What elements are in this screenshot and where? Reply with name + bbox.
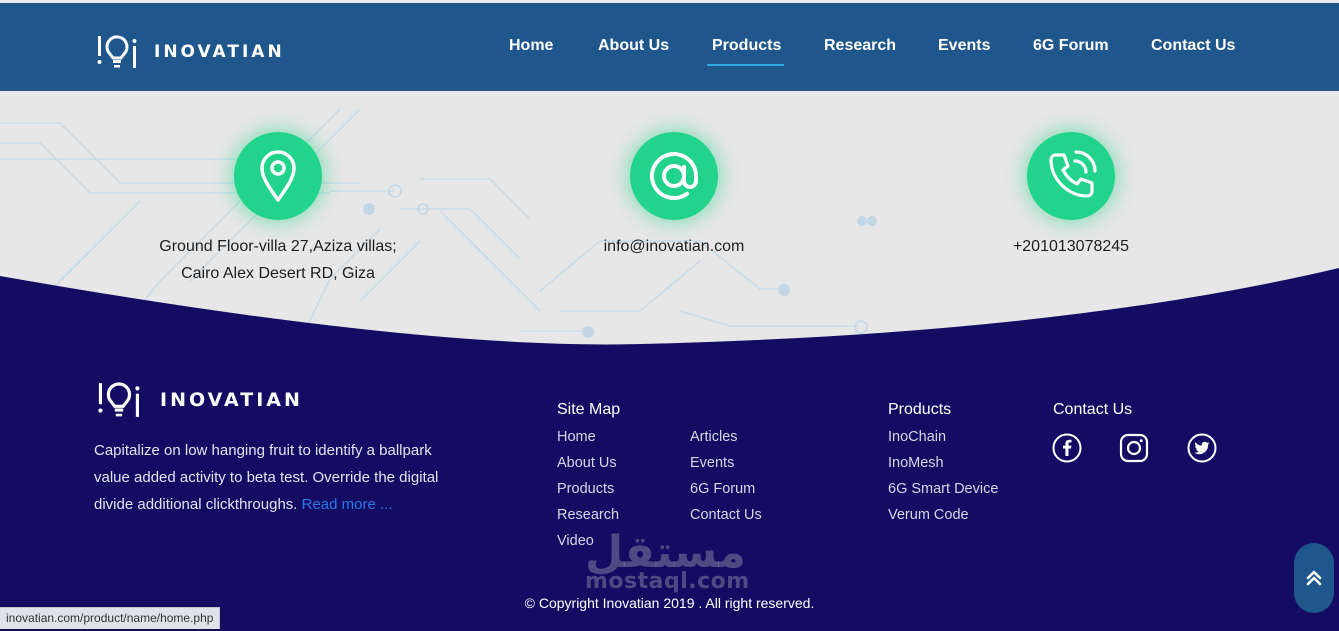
sitemap-link-products[interactable]: Products: [557, 481, 614, 497]
nav-active-underline: [707, 64, 784, 66]
mostaql-watermark: مستقل mostaql.com: [585, 531, 750, 595]
nav-events[interactable]: Events: [938, 37, 990, 55]
footer-logo-text: INOVATIAN: [160, 389, 303, 411]
twitter-icon[interactable]: [1187, 433, 1217, 463]
watermark-latin: mostaql.com: [585, 569, 750, 594]
footer-logo[interactable]: INOVATIAN: [96, 381, 303, 419]
contact-band: Ground Floor-villa 27,Aziza villas; Cair…: [0, 91, 1339, 351]
phone-icon: [1027, 132, 1115, 220]
products-title: Products: [888, 401, 952, 418]
main-nav: Home About Us Products Research Events 6…: [0, 3, 1339, 91]
sitemap-link-articles[interactable]: Articles: [690, 429, 738, 445]
double-chevron-up-icon: [1306, 570, 1322, 586]
logo-bulb-icon: [98, 382, 140, 417]
read-more-link[interactable]: Read more ...: [302, 496, 393, 513]
product-link-inochain[interactable]: InoChain: [888, 429, 946, 445]
sitemap-link-events[interactable]: Events: [690, 455, 734, 471]
site-footer: INOVATIAN Capitalize on low hanging frui…: [0, 351, 1339, 631]
nav-research[interactable]: Research: [824, 37, 896, 55]
at-sign-icon: [630, 132, 718, 220]
sitemap-link-about-us[interactable]: About Us: [557, 455, 617, 471]
sitemap-link-research[interactable]: Research: [557, 507, 619, 523]
email-text[interactable]: info@inovatian.com: [574, 233, 774, 260]
phone-text[interactable]: +201013078245: [971, 233, 1171, 260]
sitemap-title: Site Map: [557, 401, 621, 418]
footer-about-text: Capitalize on low hanging fruit to ident…: [94, 437, 444, 518]
location-pin-icon: [234, 132, 322, 220]
nav-about-us[interactable]: About Us: [598, 37, 669, 55]
footer-wave-shape: [0, 268, 1339, 351]
sitemap-link-contact-us[interactable]: Contact Us: [690, 507, 762, 523]
sitemap-link-6g-forum[interactable]: 6G Forum: [690, 481, 755, 497]
site-header: INOVATIAN Home About Us Products Researc…: [0, 3, 1339, 91]
instagram-icon[interactable]: [1119, 433, 1149, 463]
facebook-icon[interactable]: [1052, 433, 1082, 463]
scroll-to-top-button[interactable]: [1294, 543, 1334, 613]
sitemap-link-home[interactable]: Home: [557, 429, 596, 445]
nav-products[interactable]: Products: [712, 37, 781, 55]
product-link-verum-code[interactable]: Verum Code: [888, 507, 969, 523]
footer-contact-title: Contact Us: [1053, 401, 1133, 418]
address-line-1: Ground Floor-villa 27,Aziza villas;: [159, 238, 397, 255]
product-link-6g-smart-device[interactable]: 6G Smart Device: [888, 481, 998, 497]
nav-home[interactable]: Home: [509, 37, 553, 55]
product-link-inomesh[interactable]: InoMesh: [888, 455, 944, 471]
nav-contact-us[interactable]: Contact Us: [1151, 37, 1235, 55]
browser-status-url: inovatian.com/product/name/home.php: [0, 607, 221, 629]
nav-6g-forum[interactable]: 6G Forum: [1033, 37, 1109, 55]
